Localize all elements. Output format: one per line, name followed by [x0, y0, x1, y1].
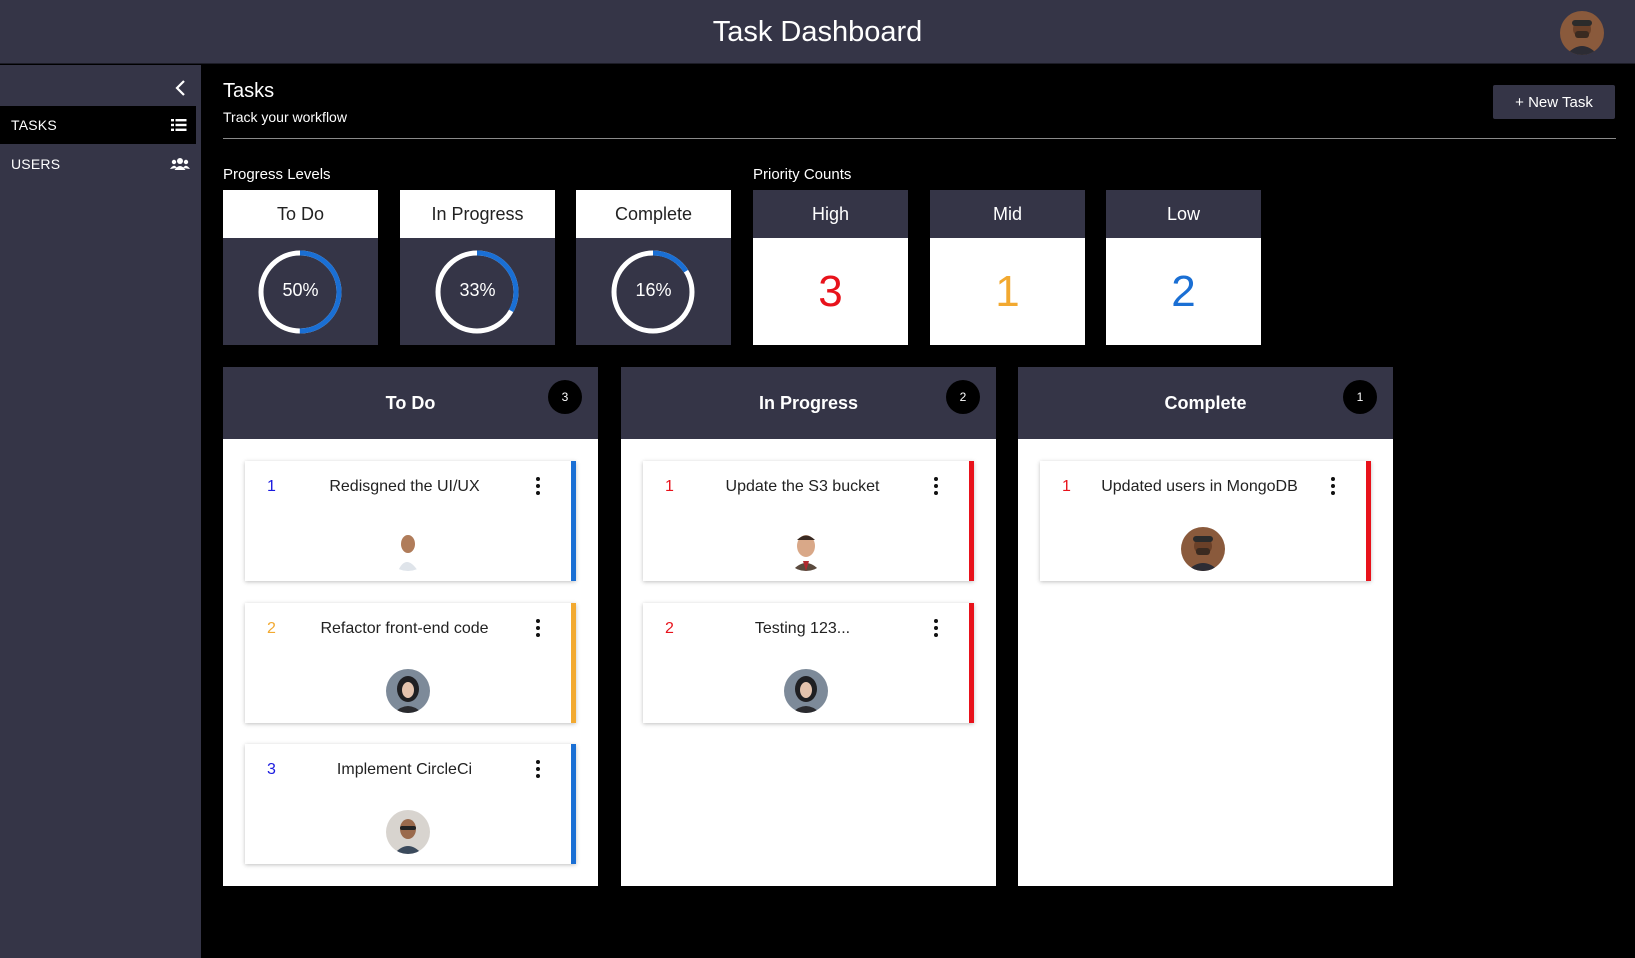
column-header: Complete 1	[1018, 367, 1393, 439]
priority-card-title: Low	[1106, 190, 1261, 238]
column-header: In Progress 2	[621, 367, 996, 439]
priority-bar	[571, 461, 576, 581]
column-todo: To Do 3 1 Redisgned the UI/UX 2 Refactor…	[223, 367, 598, 886]
column-title: To Do	[385, 392, 436, 413]
progress-card-title: To Do	[223, 190, 378, 238]
progress-card-title: In Progress	[400, 190, 555, 238]
task-number: 2	[267, 620, 276, 637]
priority-count: 3	[753, 238, 908, 345]
progress-card-in-progress: In Progress 33%	[400, 190, 555, 345]
priority-bar	[969, 461, 974, 581]
top-header: Task Dashboard	[0, 0, 1635, 64]
task-card[interactable]: 2 Refactor front-end code	[245, 603, 576, 723]
progress-percent: 50%	[282, 280, 319, 300]
column-count-badge: 3	[548, 380, 582, 414]
column-count-badge: 2	[946, 380, 980, 414]
column-title: Complete	[1164, 392, 1247, 413]
priority-count: 1	[930, 238, 1085, 345]
priority-bar	[571, 744, 576, 864]
sidebar-item-users[interactable]: USERS	[0, 145, 196, 183]
man-cap-avatar-icon	[1181, 527, 1225, 571]
page-title: Tasks	[223, 80, 275, 102]
user-avatar-icon[interactable]	[1560, 11, 1604, 55]
divider	[223, 138, 1616, 139]
task-name: Redisgned the UI/UX	[329, 478, 480, 495]
task-card[interactable]: 2 Testing 123...	[643, 603, 974, 723]
progress-card-todo: To Do 50%	[223, 190, 378, 345]
column-in-progress: In Progress 2 1 Update the S3 bucket 2 T…	[621, 367, 996, 886]
task-number: 3	[267, 761, 276, 778]
more-vertical-icon[interactable]	[534, 619, 542, 639]
task-card[interactable]: 3 Implement CircleCi	[245, 744, 576, 864]
more-vertical-icon[interactable]	[534, 477, 542, 497]
page-subtitle: Track your workflow	[223, 109, 347, 125]
woman-avatar-icon	[784, 669, 828, 713]
task-name: Implement CircleCi	[336, 761, 473, 778]
column-count-badge: 1	[1343, 380, 1377, 414]
mr-bean-avatar-icon	[784, 527, 828, 571]
progress-levels-label: Progress Levels	[223, 166, 331, 183]
bald-man-avatar-icon	[386, 527, 430, 571]
more-vertical-icon[interactable]	[1329, 477, 1337, 497]
users-icon	[170, 155, 190, 173]
task-number: 2	[665, 620, 674, 637]
progress-card-title: Complete	[576, 190, 731, 238]
column-header: To Do 3	[223, 367, 598, 439]
task-number: 1	[267, 478, 276, 495]
more-vertical-icon[interactable]	[932, 619, 940, 639]
progress-card-complete: Complete 16%	[576, 190, 731, 345]
more-vertical-icon[interactable]	[932, 477, 940, 497]
priority-card-title: High	[753, 190, 908, 238]
task-card[interactable]: 1 Update the S3 bucket	[643, 461, 974, 581]
task-card[interactable]: 1 Redisgned the UI/UX	[245, 461, 576, 581]
sidebar: TASKS USERS	[0, 65, 201, 958]
task-number: 1	[665, 478, 674, 495]
woman-avatar-icon	[386, 669, 430, 713]
priority-counts-label: Priority Counts	[753, 166, 852, 183]
new-task-button[interactable]: + New Task	[1493, 85, 1615, 119]
priority-bar	[571, 603, 576, 723]
list-icon	[170, 116, 188, 134]
task-name: Updated users in MongoDB	[1101, 478, 1298, 495]
chevron-left-icon[interactable]	[170, 77, 192, 99]
progress-percent: 33%	[459, 280, 496, 300]
column-complete: Complete 1 1 Updated users in MongoDB	[1018, 367, 1393, 886]
task-card[interactable]: 1 Updated users in MongoDB	[1040, 461, 1371, 581]
task-name: Refactor front-end code	[320, 620, 489, 637]
priority-bar	[969, 603, 974, 723]
man-glasses-avatar-icon	[386, 810, 430, 854]
priority-bar	[1366, 461, 1371, 581]
priority-count: 2	[1106, 238, 1261, 345]
sidebar-item-label: USERS	[11, 156, 61, 172]
sidebar-item-tasks[interactable]: TASKS	[0, 106, 196, 144]
task-name: Testing 123...	[754, 620, 851, 637]
progress-percent: 16%	[635, 280, 672, 300]
sidebar-item-label: TASKS	[11, 117, 57, 133]
priority-card-high: High 3	[753, 190, 908, 345]
column-title: In Progress	[758, 392, 859, 413]
priority-card-title: Mid	[930, 190, 1085, 238]
app-title: Task Dashboard	[712, 16, 923, 48]
more-vertical-icon[interactable]	[534, 760, 542, 780]
priority-card-low: Low 2	[1106, 190, 1261, 345]
priority-card-mid: Mid 1	[930, 190, 1085, 345]
task-number: 1	[1062, 478, 1071, 495]
task-name: Update the S3 bucket	[725, 478, 880, 495]
